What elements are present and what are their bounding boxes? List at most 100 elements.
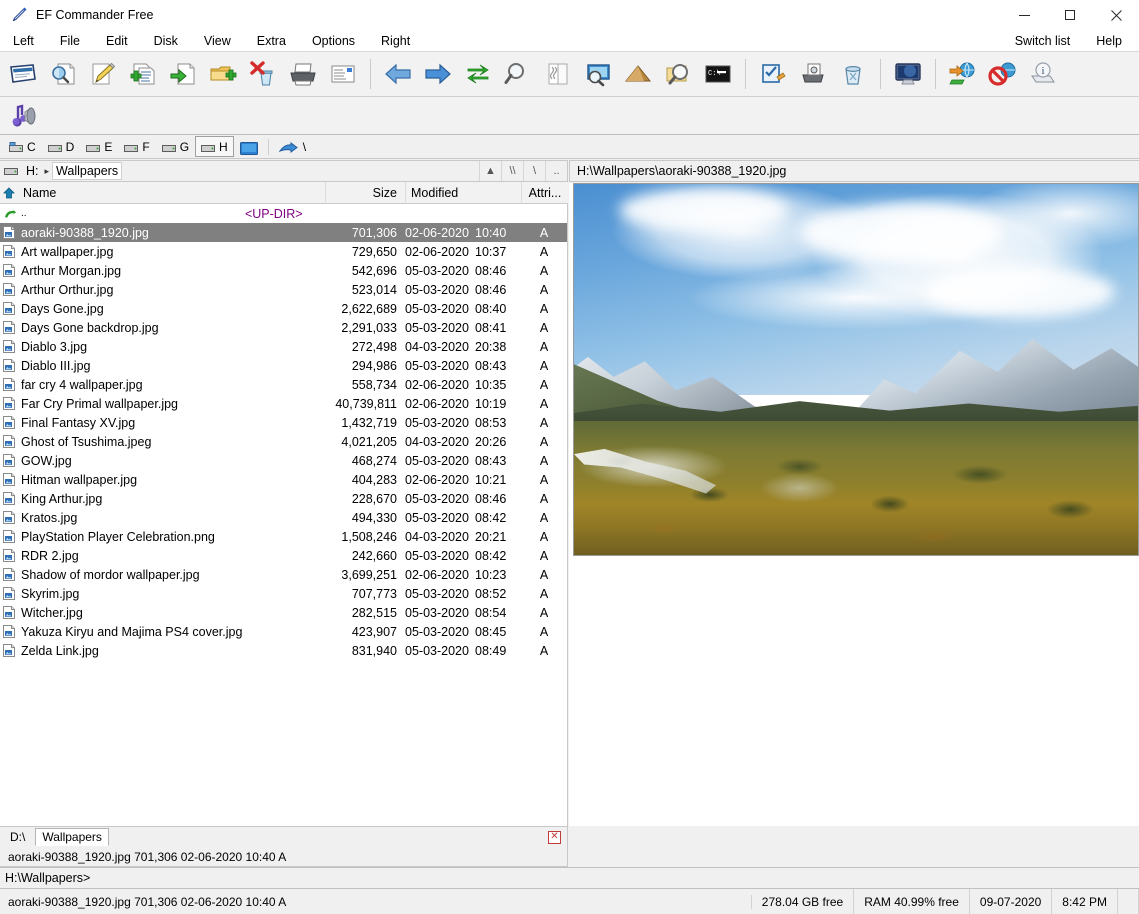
console-icon[interactable]: C:\ [698,55,738,93]
table-row[interactable]: Arthur Orthur.jpg 523,014 05-03-2020 08:46 A [0,280,567,299]
table-row[interactable]: Days Gone backdrop.jpg 2,291,033 05-03-202… [0,318,567,337]
table-row[interactable]: Days Gone.jpg 2,622,689 05-03-2020 08:40 A [0,299,567,318]
unc-button[interactable]: \\ [501,161,523,181]
view-file-icon[interactable] [3,55,43,93]
compare-icon[interactable] [538,55,578,93]
search-icon[interactable] [498,55,538,93]
table-row[interactable]: Final Fantasy XV.jpg 1,432,719 05-03-2020 0… [0,413,567,432]
close-button[interactable] [1093,0,1139,30]
photo-cloud [799,202,1003,262]
table-row[interactable]: Diablo 3.jpg 272,498 04-03-2020 20:38 A [0,337,567,356]
menu-left[interactable]: Left [0,31,47,51]
column-header-modified[interactable]: Modified [406,181,522,204]
menu-switch-list[interactable]: Switch list [1002,31,1084,51]
menu-edit[interactable]: Edit [93,31,141,51]
root-button[interactable]: \ [523,161,545,181]
monitor-icon[interactable] [888,55,928,93]
ftp-connect-icon[interactable] [943,55,983,93]
left-file-list[interactable]: .. <UP-DIR> aoraki-90388_1920.jpg 701,306… [0,204,568,826]
minimize-button[interactable] [1001,0,1047,30]
table-row[interactable]: Hitman wallpaper.jpg 404,283 02-06-2020 10:… [0,470,567,489]
find-files-icon[interactable] [658,55,698,93]
updir-button[interactable]: .. [545,161,567,181]
eject-button[interactable]: ▲ [479,161,501,181]
back-arrow-icon[interactable] [378,55,418,93]
unc-path-button[interactable]: \ [273,136,312,157]
tab-wallpapers[interactable]: Wallpapers [35,828,109,846]
drive-tab-h[interactable]: H [195,136,234,157]
drive-tab-d[interactable]: D [42,136,81,157]
delete-icon[interactable] [243,55,283,93]
file-name: Kratos.jpg [21,510,78,525]
table-row[interactable]: RDR 2.jpg 242,660 05-03-2020 08:42 A [0,546,567,565]
menu-options[interactable]: Options [299,31,368,51]
edit-file-icon[interactable] [83,55,123,93]
file-time: 08:53 [475,415,507,430]
move-file-icon[interactable] [163,55,203,93]
file-size: 423,907 [351,624,397,639]
column-header-name[interactable]: Name [18,181,326,204]
menu-file[interactable]: File [47,31,93,51]
drive-tab-c[interactable]: C [3,136,42,157]
window-controls [1001,0,1139,30]
ftp-upload-icon[interactable] [618,55,658,93]
ftp-disconnect-icon[interactable] [983,55,1023,93]
print-icon[interactable] [283,55,323,93]
table-row[interactable]: Diablo III.jpg 294,986 05-03-2020 08:43 A [0,356,567,375]
table-row[interactable]: PlayStation Player Celebration.png 1,508,… [0,527,567,546]
menu-right[interactable]: Right [368,31,423,51]
secondary-toolbar [0,97,1139,135]
scanner-icon[interactable] [793,55,833,93]
table-row[interactable]: far cry 4 wallpaper.jpg 558,734 02-06-2020… [0,375,567,394]
new-folder-icon[interactable] [203,55,243,93]
table-row[interactable]: Shadow of mordor wallpaper.jpg 3,699,251 0… [0,565,567,584]
maximize-button[interactable] [1047,0,1093,30]
table-row[interactable]: aoraki-90388_1920.jpg 701,306 02-06-2020 10… [0,223,567,242]
table-row[interactable]: Witcher.jpg 282,515 05-03-2020 08:54 A [0,603,567,622]
table-row[interactable]: Far Cry Primal wallpaper.jpg 40,739,811 02… [0,394,567,413]
forward-arrow-icon[interactable] [418,55,458,93]
menu-help[interactable]: Help [1083,31,1135,51]
properties-icon[interactable] [323,55,363,93]
menu-view[interactable]: View [191,31,244,51]
table-row[interactable]: Art wallpaper.jpg 729,650 02-06-2020 10:37 A [0,242,567,261]
table-row[interactable]: Arthur Morgan.jpg 542,696 05-03-2020 08:46 A [0,261,567,280]
table-row[interactable]: Kratos.jpg 494,330 05-03-2020 08:42 A [0,508,567,527]
drive-tab-g[interactable]: G [156,136,195,157]
title-bar: EF Commander Free [0,0,1139,30]
table-row[interactable]: King Arthur.jpg 228,670 05-03-2020 08:46 A [0,489,567,508]
column-header-size[interactable]: Size [326,181,406,204]
recycle-bin-icon[interactable] [833,55,873,93]
multimedia-icon[interactable] [3,97,43,135]
table-row[interactable]: Ghost of Tsushima.jpeg 4,021,205 04-03-202… [0,432,567,451]
refresh-icon[interactable] [458,55,498,93]
column-header-attributes[interactable]: Attri... [522,182,568,204]
close-tab-button[interactable]: ✕ [548,830,561,844]
image-file-icon [0,378,18,391]
image-preview-panel[interactable] [569,183,1139,826]
status-resize-grip[interactable] [1118,889,1139,914]
drive-info-icon[interactable]: i [1023,55,1063,93]
menu-disk[interactable]: Disk [141,31,191,51]
quick-view-icon[interactable] [43,55,83,93]
checklist-icon[interactable] [753,55,793,93]
parent-dir-row[interactable]: .. <UP-DIR> [0,204,567,223]
network-drive-button[interactable] [234,136,264,157]
status-disk-free: 278.04 GB free [752,889,855,914]
breadcrumb-drive[interactable]: H: [23,163,42,179]
command-line[interactable]: H:\Wallpapers> [0,867,1139,889]
table-row[interactable]: GOW.jpg 468,274 05-03-2020 08:43 A [0,451,567,470]
menu-extra[interactable]: Extra [244,31,299,51]
breadcrumb-folder[interactable]: Wallpapers [52,162,123,180]
drive-tab-f[interactable]: F [118,136,155,157]
sort-ascending-icon[interactable] [0,182,18,204]
copy-file-icon[interactable] [123,55,163,93]
table-row[interactable]: Yakuza Kiryu and Majima PS4 cover.jpg 423… [0,622,567,641]
tab-drive-d[interactable]: D:\ [4,829,31,845]
drive-tab-e[interactable]: E [80,136,118,157]
toolbar-group-file [0,52,366,96]
table-row[interactable]: Zelda Link.jpg 831,940 05-03-2020 08:49 A [0,641,567,660]
table-row[interactable]: Skyrim.jpg 707,773 05-03-2020 08:52 A [0,584,567,603]
image-file-icon [0,530,18,543]
preview-icon[interactable] [578,55,618,93]
